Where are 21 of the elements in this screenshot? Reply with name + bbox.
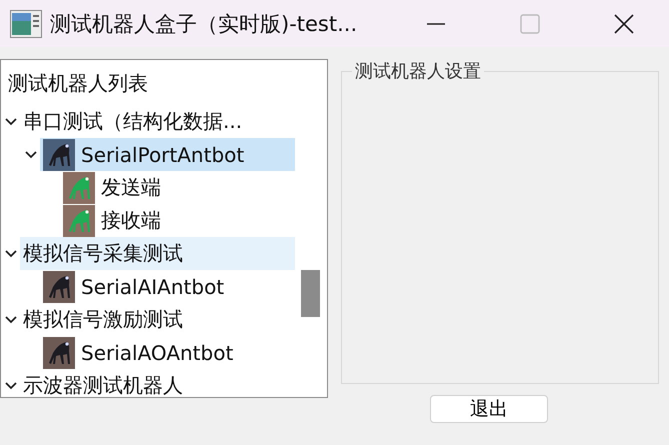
tree-item[interactable]: 接收端: [60, 204, 295, 237]
exit-button[interactable]: 退出: [430, 395, 548, 423]
ant-robot-icon: [63, 204, 95, 236]
ant-robot-icon: [63, 172, 95, 204]
tree-item[interactable]: 串口测试（结构化数据...: [20, 105, 295, 138]
window-title: 测试机器人盒子（实时版)-test...: [50, 10, 358, 38]
ant-robot-icon: [43, 336, 75, 368]
group-title: 测试机器人设置: [354, 60, 482, 83]
tree-item[interactable]: SerialPortAntbot: [40, 138, 295, 171]
tree-item[interactable]: 发送端: [60, 171, 295, 204]
ant-robot-icon: [43, 270, 75, 302]
tree-item[interactable]: SerialAIAntbot: [40, 270, 295, 303]
tree-item[interactable]: 模拟信号激励测试: [20, 303, 295, 336]
ant-robot-icon: [43, 138, 75, 170]
tree-item[interactable]: 模拟信号采集测试: [20, 237, 295, 270]
tree-item[interactable]: SerialAOAntbot: [40, 336, 295, 369]
scrollbar-thumb[interactable]: [301, 270, 320, 317]
tree-header: 测试机器人列表: [7, 70, 149, 97]
close-icon[interactable]: [614, 14, 634, 34]
app-icon: [10, 10, 42, 38]
tree-item[interactable]: 示波器测试机器人: [20, 369, 295, 397]
